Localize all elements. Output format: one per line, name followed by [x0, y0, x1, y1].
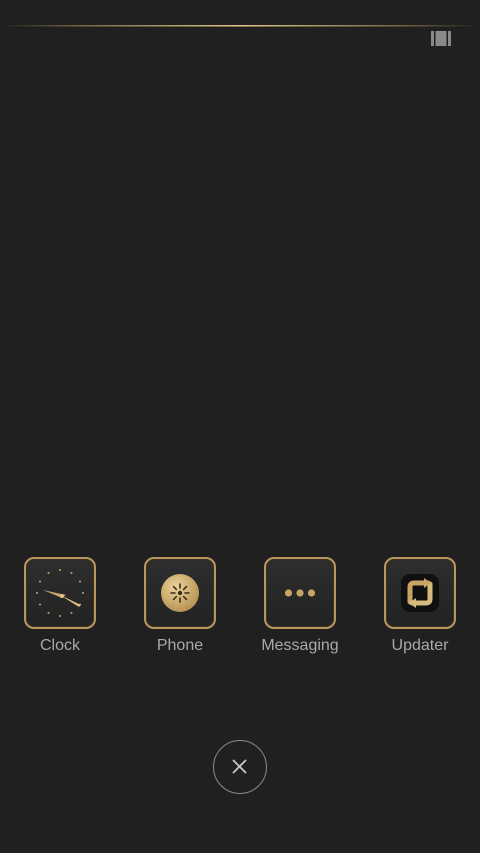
phone-icon[interactable]: [144, 557, 216, 629]
updater-icon[interactable]: [384, 557, 456, 629]
clock-icon[interactable]: [24, 557, 96, 629]
app-label-clock: Clock: [39, 637, 80, 654]
messaging-icon[interactable]: [264, 557, 336, 629]
multi-window-icon[interactable]: [431, 31, 451, 46]
app-label-updater: Updater: [391, 637, 449, 654]
app-clock[interactable]: Clock: [0, 557, 120, 667]
app-dock: Clock Phone Messaging Updater: [0, 557, 480, 667]
close-all-button[interactable]: [213, 740, 267, 794]
recent-apps-screen: Clock Phone Messaging Updater: [0, 0, 480, 853]
app-phone[interactable]: Phone: [120, 557, 240, 667]
close-icon: [232, 759, 247, 774]
app-updater[interactable]: Updater: [360, 557, 480, 667]
app-messaging[interactable]: Messaging: [240, 557, 360, 667]
app-label-messaging: Messaging: [261, 637, 339, 654]
top-gold-glow: [0, 25, 480, 39]
app-label-phone: Phone: [156, 637, 204, 654]
